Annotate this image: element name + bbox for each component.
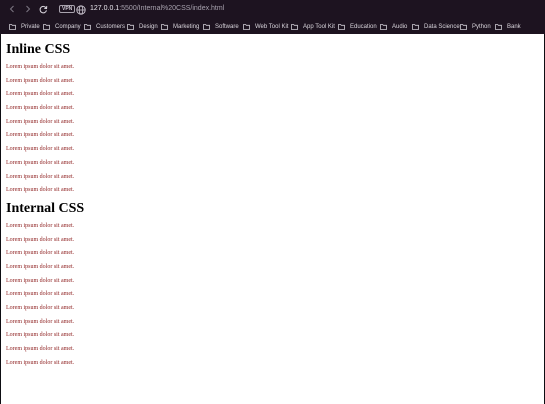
url-path: :5500/Internal%20CSS/index.html xyxy=(119,5,225,12)
folder-icon xyxy=(380,23,387,30)
paragraph: Lorem ipsum dolor sit amet. xyxy=(6,346,75,353)
folder-icon xyxy=(84,23,91,30)
bookmark-label: Data Science xyxy=(424,23,460,30)
bookmark-label: Web Tool Kit xyxy=(255,23,289,30)
bookmark-bank[interactable]: Bank xyxy=(495,19,521,34)
bookmark-audio[interactable]: Audio xyxy=(380,19,407,34)
bookmarks-bar: Private Company Customers Design Marketi… xyxy=(0,19,545,34)
bookmark-label: Education xyxy=(350,23,377,30)
address-bar[interactable]: 127.0.0.1:5500/Internal%20CSS/index.html xyxy=(90,4,224,14)
bookmark-education[interactable]: Education xyxy=(338,19,377,34)
paragraph: Lorem ipsum dolor sit amet. xyxy=(6,291,75,298)
paragraph: Lorem ipsum dolor sit amet. xyxy=(6,132,75,139)
vpn-badge[interactable]: VPN xyxy=(59,5,76,13)
bookmark-label: Bank xyxy=(507,23,521,30)
bookmark-label: Company xyxy=(55,23,81,30)
bookmark-python[interactable]: Python xyxy=(460,19,491,34)
folder-icon xyxy=(161,23,168,30)
globe-icon[interactable] xyxy=(75,3,87,15)
reload-icon[interactable] xyxy=(36,2,50,16)
page-viewport: Inline CSS Lorem ipsum dolor sit amet. L… xyxy=(1,34,544,404)
paragraph: Lorem ipsum dolor sit amet. xyxy=(6,277,75,284)
paragraph: Lorem ipsum dolor sit amet. xyxy=(6,187,75,194)
folder-icon xyxy=(243,23,250,30)
browser-toolbar: VPN 127.0.0.1:5500/Internal%20CSS/index.… xyxy=(0,0,545,19)
bookmark-label: Audio xyxy=(392,23,408,30)
paragraph: Lorem ipsum dolor sit amet. xyxy=(6,77,75,84)
bookmark-app-tool-kit[interactable]: App Tool Kit xyxy=(291,19,335,34)
folder-icon xyxy=(338,23,345,30)
bookmark-private[interactable]: Private xyxy=(9,19,40,34)
folder-icon xyxy=(43,23,50,30)
paragraph: Lorem ipsum dolor sit amet. xyxy=(6,236,75,243)
section-heading: Inline CSS xyxy=(6,42,71,57)
internal-css-section: Internal CSS Lorem ipsum dolor sit amet.… xyxy=(6,200,544,367)
paragraph: Lorem ipsum dolor sit amet. xyxy=(6,250,75,257)
url-host: 127.0.0.1 xyxy=(90,5,120,12)
paragraph: Lorem ipsum dolor sit amet. xyxy=(6,263,75,270)
folder-icon xyxy=(460,23,467,30)
browser-chrome: VPN 127.0.0.1:5500/Internal%20CSS/index.… xyxy=(0,0,545,34)
paragraph: Lorem ipsum dolor sit amet. xyxy=(6,305,75,311)
bookmark-data-science[interactable]: Data Science xyxy=(412,19,460,34)
bookmark-label: Customers xyxy=(96,23,126,30)
back-arrow-icon[interactable] xyxy=(5,2,19,16)
page-content: Inline CSS Lorem ipsum dolor sit amet. L… xyxy=(1,34,544,367)
paragraph: Lorem ipsum dolor sit amet. xyxy=(6,64,75,70)
bookmark-label: Software xyxy=(215,23,239,30)
bookmark-web-tool-kit[interactable]: Web Tool Kit xyxy=(243,19,288,34)
bookmark-marketing[interactable]: Marketing xyxy=(161,19,199,34)
bookmark-label: Marketing xyxy=(173,23,200,30)
folder-icon xyxy=(203,23,210,30)
section-heading: Internal CSS xyxy=(6,200,85,216)
folder-icon xyxy=(412,23,419,30)
bookmark-customers[interactable]: Customers xyxy=(84,19,125,34)
paragraph: Lorem ipsum dolor sit amet. xyxy=(6,332,75,339)
paragraph: Lorem ipsum dolor sit amet. xyxy=(6,359,75,366)
bookmark-label: Design xyxy=(139,23,158,30)
inline-css-section: Inline CSS Lorem ipsum dolor sit amet. L… xyxy=(6,41,544,194)
forward-arrow-icon[interactable] xyxy=(21,2,35,16)
folder-icon xyxy=(495,23,502,30)
folder-icon xyxy=(291,23,298,30)
paragraph: Lorem ipsum dolor sit amet. xyxy=(6,173,75,180)
paragraph: Lorem ipsum dolor sit amet. xyxy=(6,91,75,98)
bookmark-software[interactable]: Software xyxy=(203,19,239,34)
folder-icon xyxy=(127,23,134,30)
bookmark-design[interactable]: Design xyxy=(127,19,158,34)
bookmark-label: Python xyxy=(472,23,491,30)
bookmark-label: Private xyxy=(21,23,40,30)
paragraph: Lorem ipsum dolor sit amet. xyxy=(6,222,75,229)
paragraph: Lorem ipsum dolor sit amet. xyxy=(6,146,75,153)
bookmark-company[interactable]: Company xyxy=(43,19,81,34)
paragraph: Lorem ipsum dolor sit amet. xyxy=(6,318,75,325)
bookmark-label: App Tool Kit xyxy=(303,23,335,30)
paragraph: Lorem ipsum dolor sit amet. xyxy=(6,105,75,112)
folder-icon xyxy=(9,23,16,30)
paragraph: Lorem ipsum dolor sit amet. xyxy=(6,118,75,125)
paragraph: Lorem ipsum dolor sit amet. xyxy=(6,159,75,166)
